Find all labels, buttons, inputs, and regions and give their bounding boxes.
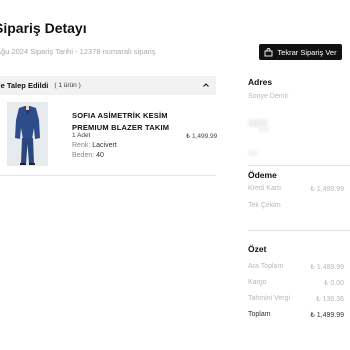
product-size: Beden: 40 — [72, 152, 104, 159]
payment-installment: Tek Çekim — [248, 202, 281, 209]
product-color: Renk: Lacivert — [72, 142, 117, 149]
page-title: Sipariş Detayı — [0, 20, 87, 36]
summary-title: Özet — [248, 244, 267, 254]
reorder-label: Tekrar Sipariş Ver — [277, 47, 337, 57]
total-value: ₺ 1,499.99 — [310, 312, 344, 319]
redacted-address — [248, 150, 258, 156]
product-quantity: 1 Adet — [72, 132, 91, 139]
status-label: de Talep Edildi — [0, 81, 49, 90]
size-value: 40 — [96, 152, 104, 159]
order-status-bar[interactable]: de Talep Edildi ( 1 ürün ) — [0, 76, 216, 95]
subtotal-label: Ara Toplam — [248, 263, 284, 270]
cart-icon — [264, 47, 273, 57]
payment-method: Kredi Kartı — [248, 185, 282, 192]
order-meta: Ağu 2024 Sipariş Tarihi - 12378 numaralı… — [0, 47, 156, 56]
color-label: Renk: — [72, 142, 91, 149]
subtotal-value: ₺ 1,489.99 — [310, 264, 344, 271]
divider — [0, 175, 216, 176]
redacted-address — [258, 126, 270, 132]
address-name: Soriye Demir — [248, 93, 289, 100]
product-name[interactable]: SOFIA ASİMETRİK KESİM PREMIUM BLAZER TAK… — [72, 110, 182, 134]
chevron-up-icon[interactable] — [202, 81, 210, 89]
reorder-button[interactable]: Tekrar Sipariş Ver — [259, 44, 342, 60]
product-image[interactable] — [7, 102, 48, 166]
divider — [248, 230, 350, 231]
divider — [248, 165, 350, 166]
item-count: ( 1 ürün ) — [54, 82, 81, 89]
shipping-label: Kargo — [248, 279, 267, 286]
tax-value: ₺ 136.36 — [316, 296, 344, 303]
payment-amount: ₺ 1,499.99 — [310, 186, 344, 193]
size-label: Beden: — [72, 152, 95, 159]
total-label: Toplam — [248, 311, 271, 318]
color-value: Lacivert — [92, 142, 117, 149]
tax-label: Tahmini Vergi — [248, 295, 291, 302]
product-price: ₺ 1,499.99 — [186, 133, 218, 140]
payment-title: Ödeme — [248, 170, 277, 180]
address-title: Adres — [248, 77, 273, 87]
shipping-value: ₺ 0.00 — [323, 280, 344, 287]
